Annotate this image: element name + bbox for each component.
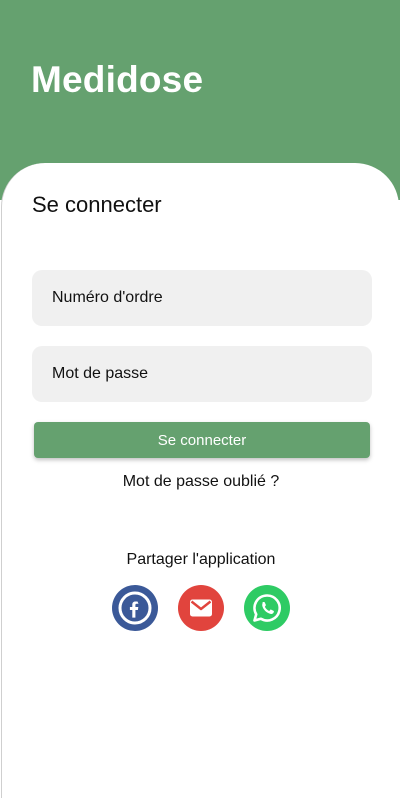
share-buttons: [2, 585, 400, 631]
whatsapp-share-button[interactable]: [244, 585, 290, 631]
email-share-button[interactable]: [178, 585, 224, 631]
email-icon: [190, 599, 212, 617]
login-button[interactable]: Se connecter: [34, 422, 370, 458]
ordre-field-container: [32, 270, 372, 326]
ordre-input[interactable]: [32, 270, 372, 326]
forgot-password-link[interactable]: Mot de passe oublié ?: [2, 473, 400, 491]
login-title: Se connecter: [32, 192, 162, 217]
password-input[interactable]: [32, 346, 372, 402]
facebook-share-button[interactable]: [112, 585, 158, 631]
login-card: Se connecter Se connecter Mot de passe o…: [1, 163, 399, 798]
whatsapp-icon: [253, 594, 281, 622]
share-label: Partager l'application: [126, 551, 276, 568]
password-field-container: [32, 346, 372, 402]
facebook-icon: [118, 591, 152, 625]
app-title: Medidose: [31, 59, 204, 100]
